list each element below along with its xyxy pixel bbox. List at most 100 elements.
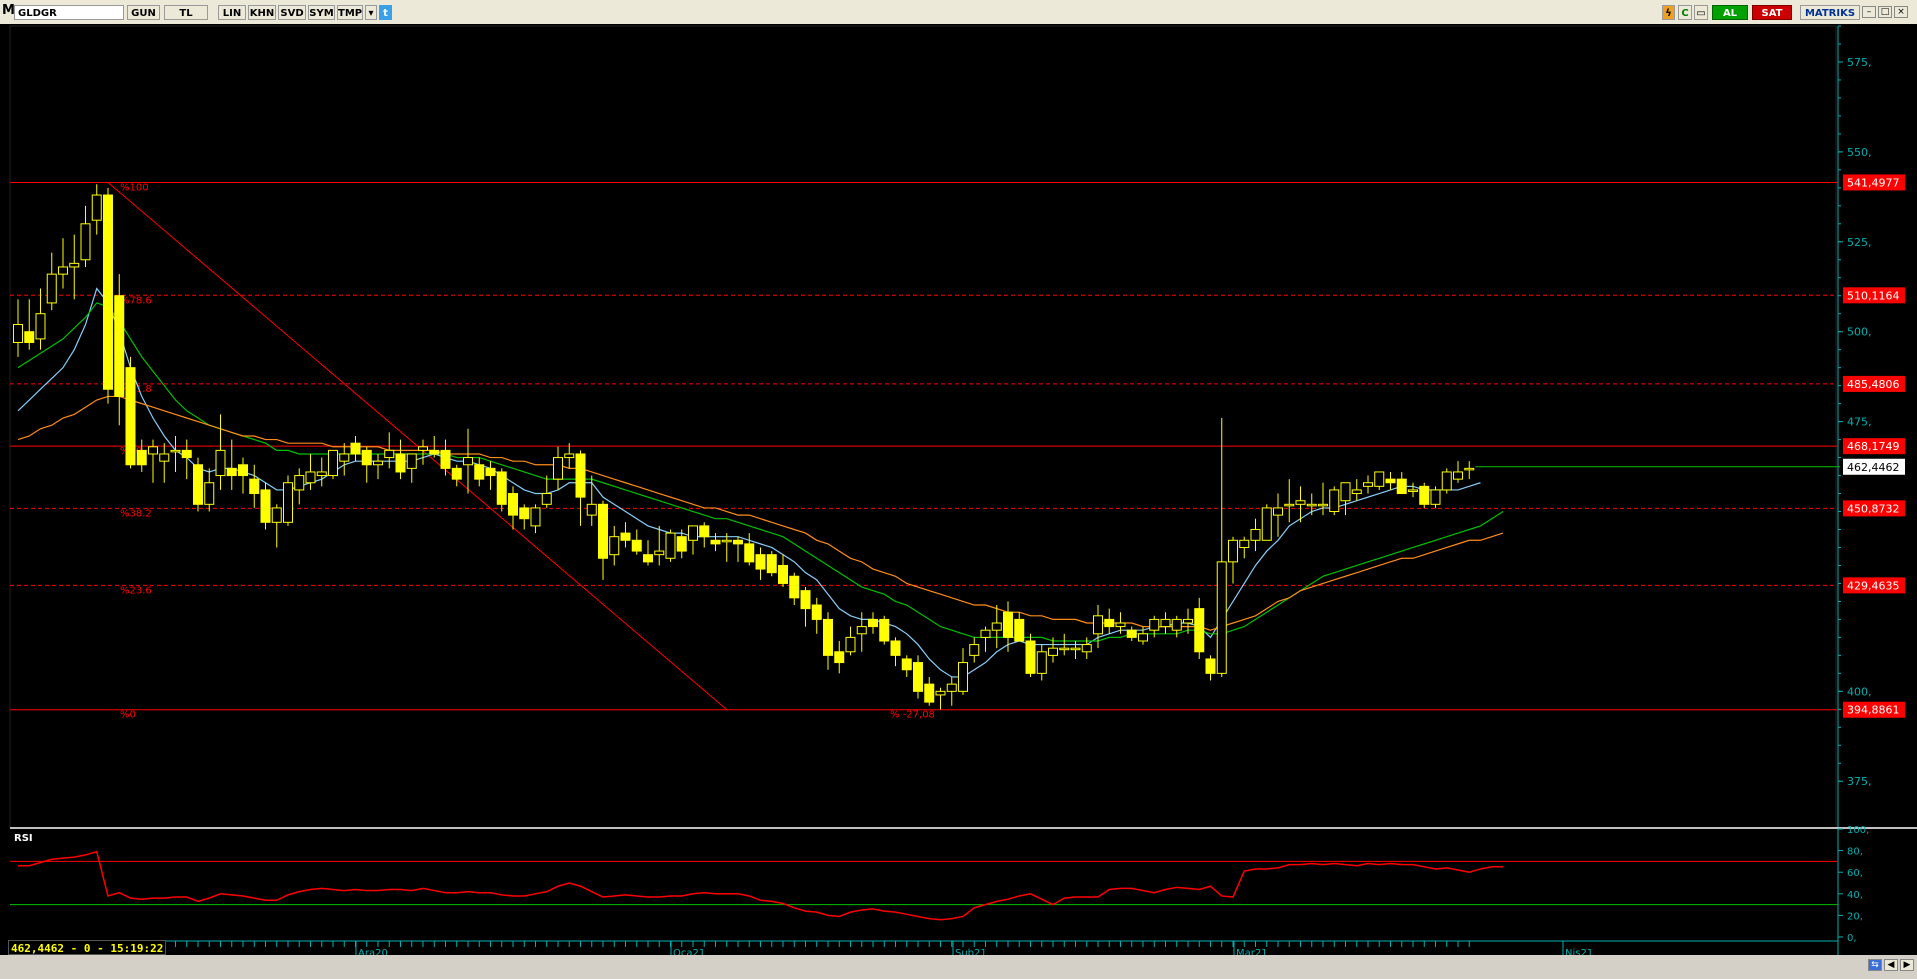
candle-body: [991, 622, 1002, 631]
candle-body: [136, 449, 147, 466]
rsi-title: RSI: [14, 833, 33, 844]
sell-button[interactable]: SAT: [1752, 5, 1792, 20]
candle-body: [170, 449, 181, 453]
candle-body: [1261, 507, 1272, 541]
candle-body: [721, 539, 732, 543]
price-badge-label: 450,8732: [1847, 502, 1900, 515]
candle-body: [181, 449, 192, 459]
rsi-tick-label: 60,: [1847, 868, 1863, 879]
scroll-right-icon[interactable]: ▶: [1900, 959, 1914, 971]
candle-body: [890, 640, 901, 656]
lightning-icon[interactable]: ϟ: [1662, 5, 1675, 20]
candle-body: [1295, 500, 1306, 505]
currency-button[interactable]: TL: [164, 5, 208, 20]
candle-body: [260, 489, 271, 523]
candle-body: [1216, 561, 1227, 674]
matriks-m-logo[interactable]: M: [2, 3, 15, 18]
candle-body: [1284, 503, 1295, 507]
price-badge-label: 510,1164: [1847, 289, 1900, 302]
candle-body: [1160, 618, 1171, 628]
symbol-field[interactable]: GLDGR: [14, 5, 124, 20]
candle-body: [1464, 467, 1475, 471]
candle-body: [980, 629, 991, 638]
candle-body: [69, 262, 80, 268]
candle-body: [688, 525, 698, 541]
linear-scale-button[interactable]: LIN: [218, 5, 246, 20]
candle-body: [193, 464, 203, 505]
price-tick-label: 575,: [1847, 56, 1872, 69]
candle-body: [1453, 471, 1463, 480]
candle-body: [1070, 647, 1081, 651]
candle-body: [575, 453, 586, 498]
candle-body: [485, 467, 496, 477]
chart-toolbar: M GLDGR GUN TL LIN KHN SVD SYM TMP ▾ t ϟ…: [0, 0, 1917, 25]
sym-button[interactable]: SYM: [308, 5, 335, 20]
matriks-brand-logo: MATRIKS: [1800, 5, 1860, 20]
price-chart[interactable]: %100%78.6%61.8%50%38.2%23.6%0% -27,08 57…: [0, 24, 1917, 975]
candle-body: [519, 507, 530, 520]
fib-level-label: %78.6: [120, 295, 152, 306]
candle-body: [856, 626, 867, 635]
maximize-icon[interactable]: □: [1878, 6, 1892, 18]
candle-body: [631, 539, 642, 552]
price-badge-label: 462,4462: [1847, 461, 1900, 474]
candle-body: [496, 471, 507, 505]
price-tick-label: 500,: [1847, 326, 1872, 339]
buy-button[interactable]: AL: [1712, 5, 1748, 20]
candle-body: [1126, 629, 1137, 638]
candle-body: [1048, 647, 1058, 656]
candle-body: [823, 618, 833, 656]
khn-button[interactable]: KHN: [248, 5, 276, 20]
candle-body: [800, 590, 811, 610]
svd-button[interactable]: SVD: [278, 5, 306, 20]
minimize-icon[interactable]: –: [1862, 6, 1876, 18]
candle-body: [1408, 489, 1418, 492]
candle-body: [474, 464, 485, 480]
candle-body: [249, 478, 260, 495]
candle-body: [361, 449, 372, 466]
candle-body: [620, 532, 631, 541]
refresh-icon[interactable]: C: [1678, 5, 1692, 20]
close-icon[interactable]: ×: [1894, 6, 1908, 18]
scroll-left-icon[interactable]: ◀: [1884, 959, 1898, 971]
candle-body: [1228, 539, 1238, 563]
fib-level-label: %61.8: [120, 384, 152, 395]
candle-body: [1104, 618, 1115, 628]
candle-body: [451, 467, 462, 480]
candle-body: [215, 449, 226, 477]
price-tick-label: 475,: [1847, 416, 1872, 429]
candle-body: [463, 457, 473, 466]
candle-body: [530, 507, 541, 527]
candle-body: [159, 453, 170, 462]
price-badge-label: 485,4806: [1847, 378, 1900, 391]
chevron-down-icon[interactable]: ▾: [365, 5, 377, 20]
price-badge-label: 468,1749: [1847, 440, 1900, 453]
candle-body: [1205, 658, 1216, 674]
scroll-sync-icon[interactable]: ⇆: [1868, 959, 1882, 971]
doc-icon[interactable]: ▭: [1694, 5, 1708, 20]
candle-body: [935, 690, 946, 696]
price-tick-label: 550,: [1847, 146, 1872, 159]
candle-body: [1430, 489, 1441, 505]
candle-body: [541, 493, 552, 505]
chart-window: %100%78.6%61.8%50%38.2%23.6%0% -27,08 57…: [0, 24, 1917, 975]
period-button[interactable]: GUN: [127, 5, 160, 20]
fib-level-label: %23.6: [120, 585, 152, 596]
twitter-icon[interactable]: t: [379, 5, 392, 20]
candle-body: [1239, 539, 1250, 548]
candle-body: [373, 460, 383, 466]
candle-body: [35, 313, 46, 340]
rsi-tick-label: 20,: [1847, 911, 1863, 922]
candle-body: [283, 482, 293, 523]
candle-body: [1385, 478, 1396, 484]
template-button[interactable]: TMP: [337, 5, 363, 20]
candle-body: [924, 683, 935, 703]
candle-body: [789, 575, 800, 599]
candle-body: [946, 683, 957, 692]
status-readout: 462,4462 - 0 - 15:19:22: [8, 940, 166, 955]
candle-body: [586, 503, 597, 516]
candle-body: [1363, 482, 1373, 487]
candle-body: [654, 550, 665, 556]
candle-body: [226, 467, 237, 477]
candle-body: [1250, 528, 1261, 541]
